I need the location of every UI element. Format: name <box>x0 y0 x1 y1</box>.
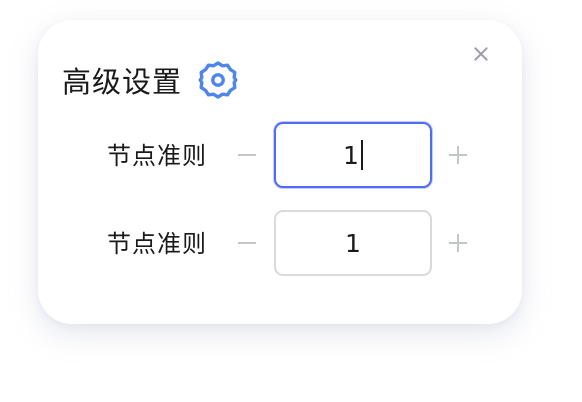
node-criteria-row-2: 节点准则 1 <box>38 210 522 276</box>
close-icon[interactable] <box>472 45 490 63</box>
text-caret <box>360 140 363 170</box>
minus-icon[interactable] <box>238 242 256 244</box>
advanced-settings-dialog: 高级设置 节点准则 1 节点准则 1 <box>38 20 522 324</box>
plus-icon[interactable] <box>449 146 467 164</box>
node-criteria-input-2[interactable]: 1 <box>274 210 432 276</box>
field-label: 节点准则 <box>107 142 207 170</box>
node-criteria-row-1: 节点准则 1 <box>38 122 522 188</box>
plus-icon[interactable] <box>449 234 467 252</box>
gear-icon <box>198 61 238 99</box>
node-criteria-input-1[interactable]: 1 <box>274 122 432 188</box>
input-value: 1 <box>343 140 359 170</box>
field-label: 节点准则 <box>107 230 207 258</box>
page: 高级设置 节点准则 1 节点准则 1 <box>0 0 582 402</box>
input-value: 1 <box>345 228 361 258</box>
minus-icon[interactable] <box>238 154 256 156</box>
dialog-header: 高级设置 <box>62 58 238 102</box>
dialog-title: 高级设置 <box>62 65 183 99</box>
